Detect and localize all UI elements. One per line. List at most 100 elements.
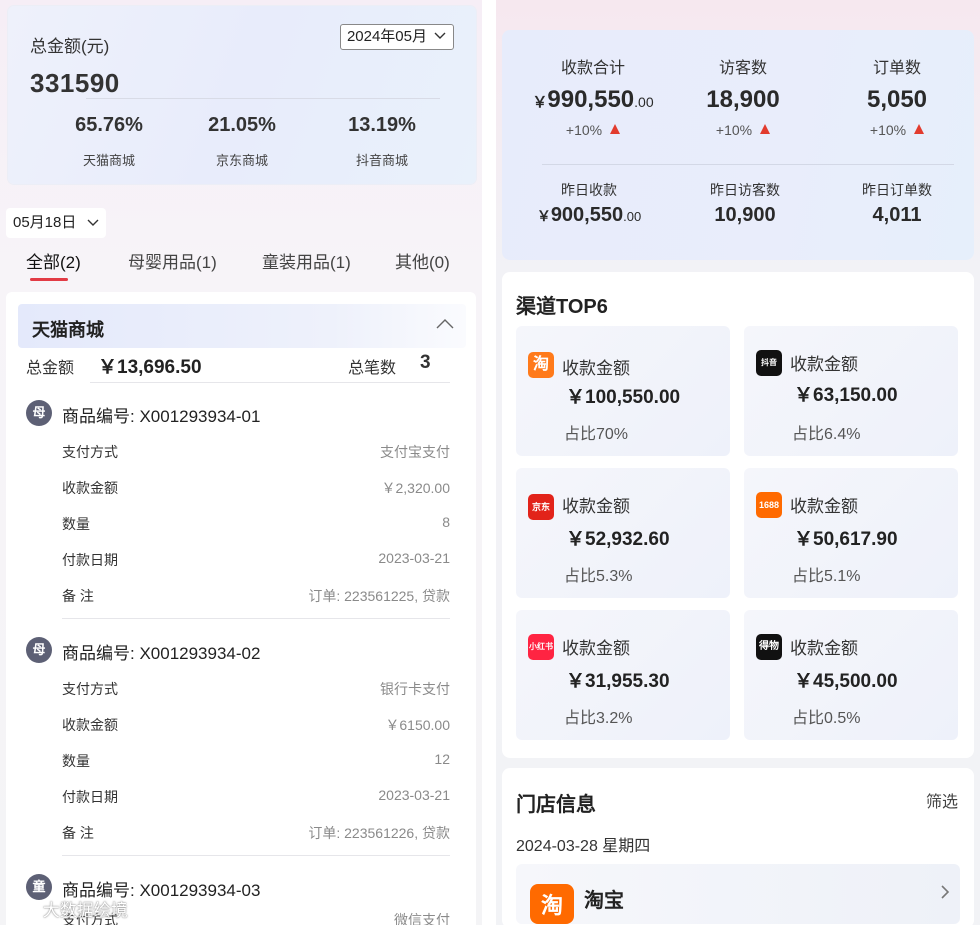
stat-label: 访客数: [718, 60, 767, 77]
field-row: 支付方式 支付宝支付: [62, 442, 450, 462]
tab-baby[interactable]: 母婴用品(1): [128, 248, 217, 273]
field-row: 付款日期 2023-03-21: [62, 550, 450, 570]
watermark: 大数据绘境: [8, 896, 128, 921]
summary-divider: [86, 98, 440, 99]
store-info-date: 2024-03-28 星期四: [516, 838, 651, 855]
channel-share: 占比70%: [564, 426, 629, 443]
field-value: 2023-03-21: [378, 550, 450, 566]
field-row: 备 注 订单: 223561225, 贷款: [62, 586, 450, 606]
field-label: 收款金额: [62, 717, 118, 733]
stat-value-int: 18,900: [706, 86, 780, 113]
channel-amount: ￥52,932.60: [566, 529, 670, 550]
stats-card: 收款合计 ￥990,550.00 +10% 访客数 18,900 +10% 订单…: [502, 30, 974, 260]
month-select[interactable]: 2024年05月: [339, 24, 454, 50]
category-tabs: 全部(2) 母婴用品(1) 童装用品(1) 其他(0): [0, 248, 482, 282]
stat-change: +10%: [518, 122, 668, 138]
yesterday-visitors: 昨日访客数 10,900: [670, 180, 820, 227]
channel-card-douyin[interactable]: 抖音 收款金额 ￥63,150.00 占比6.4%: [744, 326, 958, 456]
channel-share: 占比5.1%: [792, 568, 861, 585]
yesterday-value: 10,900: [714, 204, 776, 226]
yesterday-label: 昨日收款: [561, 182, 617, 198]
taobao-icon: 淘: [528, 352, 554, 378]
divider: [62, 855, 450, 856]
channel-top-card: 渠道TOP6 淘 收款金额 ￥100,550.00 占比70% 抖音 收款金额 …: [502, 272, 974, 758]
channel-card-jd[interactable]: 京东 收款金额 ￥52,932.60 占比5.3%: [516, 468, 730, 598]
store-totals: 总金额 ￥13,696.50 总笔数 3: [26, 352, 450, 380]
channel-label: 收款金额: [790, 497, 858, 516]
store-row-name: 淘宝: [584, 890, 624, 912]
item-title: 商品编号: X001293934-01: [62, 407, 261, 426]
stat-revenue: 收款合计 ￥990,550.00 +10%: [518, 54, 668, 138]
field-label: 支付方式: [62, 681, 118, 697]
stat-orders: 订单数 5,050 +10%: [822, 54, 972, 138]
tab-kids-clothing[interactable]: 童装用品(1): [262, 248, 351, 273]
tab-all[interactable]: 全部(2): [26, 248, 81, 273]
field-value: 微信支付: [394, 912, 450, 925]
yesterday-value: ￥900,550.00: [514, 204, 664, 227]
store-row-taobao[interactable]: 淘 淘宝: [516, 864, 960, 924]
trend-up-icon: [610, 124, 621, 134]
channel-amount: ￥63,150.00: [794, 385, 898, 406]
field-label: 付款日期: [62, 789, 118, 805]
field-row: 收款金额 ￥2,320.00: [62, 478, 450, 498]
field-value: 2023-03-21: [378, 787, 450, 803]
chevron-right-icon: [941, 885, 950, 899]
share-label-tmall: 天猫商城: [82, 153, 135, 168]
field-row: 数量 12: [62, 751, 450, 771]
summary-title: 总金额(元): [30, 37, 110, 56]
channel-share: 占比0.5%: [792, 710, 861, 727]
currency-symbol: ￥: [532, 94, 548, 111]
yesterday-value: 4,011: [872, 204, 922, 226]
field-value: 订单: 223561225, 贷款: [308, 588, 450, 604]
order-list-card: 天猫商城 总金额 ￥13,696.50 总笔数 3 母 商品编号: X00129…: [6, 292, 476, 925]
trend-up-icon: [760, 124, 771, 134]
category-badge: 母: [26, 637, 52, 663]
channel-amount: ￥31,955.30: [566, 671, 670, 692]
channel-label: 收款金额: [790, 355, 858, 374]
field-row: 数量 8: [62, 514, 450, 534]
share-pct-douyin: 13.19%: [348, 114, 416, 136]
trend-up-icon: [914, 124, 925, 134]
list-item: 母 商品编号: X001293934-02 支付方式 银行卡支付 收款金额 ￥615…: [26, 637, 450, 841]
total-amount-value: ￥13,696.50: [98, 357, 202, 378]
total-count-label: 总笔数: [348, 360, 397, 377]
month-select-value: 2024年05月: [346, 28, 427, 45]
field-label: 支付方式: [62, 444, 118, 460]
yesterday-orders: 昨日订单数 4,011: [822, 180, 972, 227]
channel-top-title: 渠道TOP6: [516, 296, 608, 318]
stat-change-value: +10%: [565, 122, 603, 138]
store-header[interactable]: 天猫商城: [18, 304, 466, 348]
field-value: ￥2,320.00: [381, 480, 451, 496]
channel-card-1688[interactable]: 1688 收款金额 ￥50,617.90 占比5.1%: [744, 468, 958, 598]
field-label: 备 注: [62, 825, 94, 841]
field-value: 8: [442, 514, 450, 530]
right-panel: 收款合计 ￥990,550.00 +10% 访客数 18,900 +10% 订单…: [496, 0, 980, 925]
1688-icon: 1688: [756, 492, 782, 518]
stat-value-dec: .00: [634, 94, 654, 110]
yesterday-value-int: 900,550: [550, 204, 624, 226]
channel-amount: ￥45,500.00: [794, 671, 898, 692]
field-label: 数量: [62, 753, 90, 769]
channel-share: 占比5.3%: [564, 568, 633, 585]
filter-button[interactable]: 筛选: [926, 788, 958, 812]
field-value: 银行卡支付: [380, 681, 450, 697]
channel-label: 收款金额: [562, 497, 630, 516]
channel-card-dewu[interactable]: 得物 收款金额 ￥45,500.00 占比0.5%: [744, 610, 958, 740]
field-label: 收款金额: [62, 480, 118, 496]
field-row: 备 注 订单: 223561226, 贷款: [62, 823, 450, 843]
channel-label: 收款金额: [562, 359, 630, 378]
share-label-jd: 京东商城: [215, 153, 268, 168]
channel-label: 收款金额: [790, 639, 858, 658]
field-row: 支付方式 银行卡支付: [62, 679, 450, 699]
date-select[interactable]: 05月18日: [6, 208, 106, 238]
tab-other[interactable]: 其他(0): [395, 248, 450, 273]
stat-change: +10%: [668, 122, 818, 138]
total-count-value: 3: [420, 352, 431, 373]
channel-card-xiaohongshu[interactable]: 小红书 收款金额 ￥31,955.30 占比3.2%: [516, 610, 730, 740]
stat-change: +10%: [822, 122, 972, 138]
stat-change-value: +10%: [869, 122, 907, 138]
channel-card-taobao[interactable]: 淘 收款金额 ￥100,550.00 占比70%: [516, 326, 730, 456]
chevron-up-icon[interactable]: [436, 318, 454, 330]
stat-value: ￥990,550.00: [518, 86, 668, 114]
item-title: 商品编号: X001293934-02: [62, 644, 261, 663]
